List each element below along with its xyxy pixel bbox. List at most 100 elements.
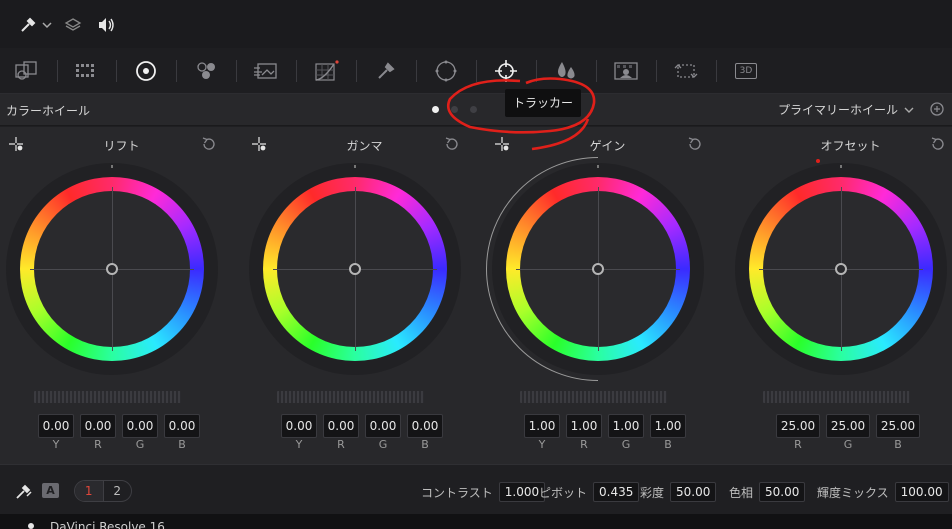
lum-mix-control: 輝度ミックス 100.00: [817, 482, 949, 502]
master-wheel-slider[interactable]: [763, 391, 910, 403]
color-wheel[interactable]: [735, 159, 947, 375]
wheel-handle[interactable]: [592, 263, 604, 275]
layers-icon[interactable]: [64, 14, 82, 36]
value-field[interactable]: 0.00: [323, 414, 359, 438]
value-field[interactable]: 1.00: [608, 414, 644, 438]
wheel-panel: オフセット 25.00 25.00 25.00 RGB: [729, 127, 952, 464]
mode-label: プライマリーホイール: [777, 103, 898, 117]
rgb-mixer-icon[interactable]: [190, 56, 222, 86]
page-2-button[interactable]: 2: [104, 481, 132, 501]
hue-control: 色相 50.00: [729, 482, 806, 502]
pivot-label: ピボット: [539, 485, 588, 500]
wheel-top-tick: [111, 165, 113, 168]
channel-label: Y: [52, 438, 60, 451]
channel-row: RGB: [776, 438, 920, 451]
contrast-label: コントラスト: [421, 485, 493, 500]
value-field[interactable]: 0.00: [122, 414, 158, 438]
value-field[interactable]: 25.00: [826, 414, 870, 438]
saturation-label: 彩度: [640, 485, 665, 500]
value-field[interactable]: 0.00: [365, 414, 401, 438]
sizing-icon[interactable]: [670, 56, 702, 86]
reset-icon[interactable]: [201, 136, 217, 155]
channel-label: B: [421, 438, 429, 451]
value-field[interactable]: 1.00: [566, 414, 602, 438]
hue-field[interactable]: 50.00: [759, 482, 806, 502]
lum-mix-field[interactable]: 100.00: [894, 482, 949, 502]
channel-label: B: [178, 438, 186, 451]
value-field[interactable]: 0.00: [38, 414, 74, 438]
value-field[interactable]: 0.00: [80, 414, 116, 438]
color-wheel[interactable]: [249, 163, 461, 375]
master-wheel-slider[interactable]: [520, 391, 667, 403]
channel-label: G: [621, 438, 631, 451]
hue-label: 色相: [729, 485, 754, 500]
wheel-handle[interactable]: [835, 263, 847, 275]
page-1-button[interactable]: 1: [75, 481, 104, 501]
page-toggle: 1 2: [74, 480, 132, 502]
wheel-panel: ガンマ 0.00 0.00 0.00 0.00 YRGB: [243, 127, 486, 464]
bottom-bar: A 1 2 コントラスト 1.000 ピボット 0.435 彩度 50.00 色…: [0, 464, 952, 514]
wheel-panel: リフト 0.00 0.00 0.00 0.00 YRGB: [0, 127, 243, 464]
value-field[interactable]: 25.00: [876, 414, 920, 438]
saturation-control: 彩度 50.00: [640, 482, 717, 502]
resolve-logo-icon: [26, 520, 36, 529]
picker-icon[interactable]: [14, 481, 34, 504]
motion-effects-icon[interactable]: [250, 56, 282, 86]
color-wheel[interactable]: [6, 163, 218, 375]
wheel-handle[interactable]: [106, 263, 118, 275]
saturation-field[interactable]: 50.00: [670, 482, 717, 502]
speaker-icon[interactable]: [96, 14, 116, 36]
mode-dropdown[interactable]: プライマリーホイール: [778, 101, 914, 118]
channel-label: R: [337, 438, 345, 451]
value-field[interactable]: 1.00: [650, 414, 686, 438]
key-icon[interactable]: [610, 56, 642, 86]
channel-label: G: [843, 438, 853, 451]
pivot-control: ピボット 0.435: [539, 482, 640, 502]
curves-icon[interactable]: [310, 56, 342, 86]
value-row: 0.00 0.00 0.00 0.00: [281, 414, 443, 438]
value-field[interactable]: 0.00: [281, 414, 317, 438]
reset-all-icon[interactable]: [928, 100, 946, 121]
3d-label: 3D: [735, 63, 757, 79]
wheel-top-tick: [840, 165, 842, 168]
color-wheels-icon[interactable]: [130, 56, 162, 86]
qualifier-icon[interactable]: [370, 56, 402, 86]
master-wheel-slider[interactable]: [34, 391, 181, 403]
value-row: 25.00 25.00 25.00: [776, 414, 920, 438]
pivot-field[interactable]: 0.435: [593, 482, 640, 502]
top-bar: [0, 0, 952, 48]
channel-row: YRGB: [38, 438, 200, 451]
lum-mix-label: 輝度ミックス: [817, 485, 889, 500]
color-wheel[interactable]: [486, 157, 704, 381]
app-name: DaVinci Resolve 16: [50, 520, 165, 529]
annotation-circle: [446, 77, 596, 151]
color-match-icon[interactable]: [70, 56, 102, 86]
channel-label: B: [894, 438, 902, 451]
reset-icon[interactable]: [687, 136, 703, 155]
channel-label: G: [378, 438, 388, 451]
eyedropper-icon[interactable]: [18, 14, 38, 36]
chevron-down-icon[interactable]: [42, 14, 52, 36]
value-field[interactable]: 1.00: [524, 414, 560, 438]
palette-title: カラーホイール: [6, 104, 91, 118]
value-field[interactable]: 0.00: [164, 414, 200, 438]
value-field[interactable]: 25.00: [776, 414, 820, 438]
auto-balance-badge[interactable]: A: [42, 483, 59, 498]
3d-icon[interactable]: 3D: [730, 56, 762, 86]
value-field[interactable]: 0.00: [407, 414, 443, 438]
camera-raw-icon[interactable]: [10, 56, 42, 86]
reset-icon[interactable]: [930, 136, 946, 155]
channel-label: B: [664, 438, 672, 451]
wheel-handle[interactable]: [349, 263, 361, 275]
channel-row: YRGB: [281, 438, 443, 451]
status-bar: DaVinci Resolve 16: [0, 514, 952, 529]
offset-marker: [816, 159, 820, 163]
channel-label: G: [135, 438, 145, 451]
contrast-control: コントラスト 1.000: [421, 482, 546, 502]
channel-label: Y: [295, 438, 303, 451]
wheel-top-tick: [354, 165, 356, 168]
wheel-label: オフセット: [820, 139, 881, 153]
master-wheel-slider[interactable]: [277, 391, 424, 403]
channel-label: Y: [538, 438, 546, 451]
page-dot-1[interactable]: [432, 106, 439, 113]
